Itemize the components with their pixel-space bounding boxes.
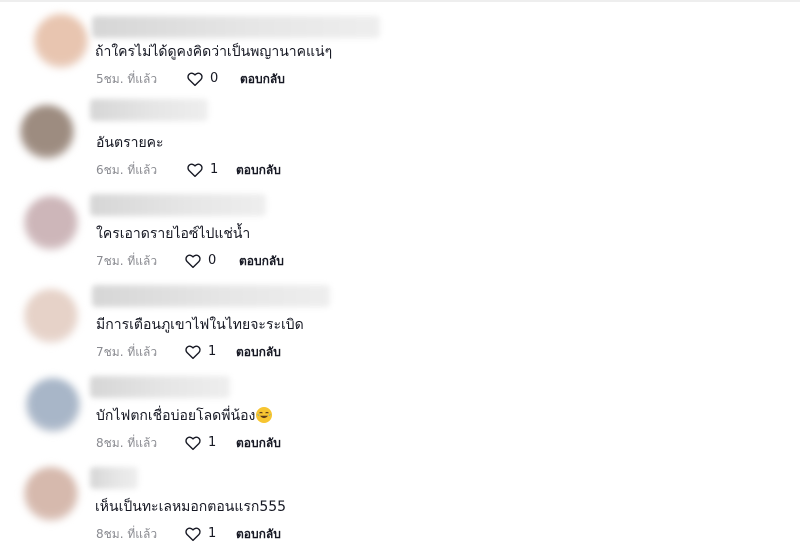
heart-icon[interactable] — [186, 161, 204, 179]
comment-item: ใครเอาดรายไอซ์ไปแช่น้ำ 7ชม. ที่แล้ว 0 ตอ… — [0, 182, 800, 270]
comment-text: บักไฟตกเชื่อบ่อยโลดพี่น้อง — [96, 406, 273, 426]
reply-button[interactable]: ตอบกลับ — [236, 433, 281, 453]
comment-timestamp: 7ชม. ที่แล้ว — [96, 345, 158, 359]
like-button[interactable]: 1 — [184, 433, 216, 453]
comment-item: เห็นเป็นทะเลหมอกตอนแรก555 8ชม. ที่แล้ว 1… — [0, 455, 800, 543]
comment-meta: 7ชม. ที่แล้ว 1 ตอบกลับ — [96, 342, 396, 362]
avatar[interactable] — [26, 378, 80, 432]
avatar[interactable] — [24, 467, 78, 521]
heart-icon[interactable] — [184, 525, 202, 543]
reply-button[interactable]: ตอบกลับ — [236, 524, 281, 544]
comment-meta: 8ชม. ที่แล้ว 1 ตอบกลับ — [96, 433, 396, 453]
username-blurred[interactable] — [90, 467, 138, 489]
comment-text: มีการเตือนภูเขาไฟในไทยจะระเบิด — [96, 317, 304, 333]
username-blurred[interactable] — [92, 285, 330, 307]
username-blurred[interactable] — [90, 194, 266, 216]
avatar[interactable] — [20, 105, 74, 159]
comment-item: มีการเตือนภูเขาไฟในไทยจะระเบิด 7ชม. ที่แ… — [0, 273, 800, 361]
comment-meta: 8ชม. ที่แล้ว 1 ตอบกลับ — [96, 524, 396, 544]
comment-meta: 5ชม. ที่แล้ว 0 ตอบกลับ — [96, 69, 396, 89]
comment-timestamp: 5ชม. ที่แล้ว — [96, 72, 158, 86]
like-count: 1 — [210, 162, 219, 177]
like-count: 0 — [210, 71, 219, 86]
comment-text: อันตรายคะ — [96, 135, 164, 151]
comment-meta: 6ชม. ที่แล้ว 1 ตอบกลับ — [96, 160, 396, 180]
like-button[interactable]: 1 — [184, 524, 216, 544]
avatar[interactable] — [24, 289, 78, 343]
comment-text: ถ้าใครไม่ได้ดูคงคิดว่าเป็นพญานาคแน่ๆ — [95, 44, 333, 60]
like-button[interactable]: 0 — [184, 251, 216, 271]
comment-meta: 7ชม. ที่แล้ว 0 ตอบกลับ — [96, 251, 396, 271]
username-blurred[interactable] — [92, 16, 380, 38]
comment-item: ถ้าใครไม่ได้ดูคงคิดว่าเป็นพญานาคแน่ๆ 5ชม… — [0, 0, 800, 88]
reply-button[interactable]: ตอบกลับ — [236, 160, 281, 180]
tears-of-joy-emoji — [256, 407, 273, 423]
like-button[interactable]: 0 — [186, 69, 218, 89]
heart-icon[interactable] — [184, 434, 202, 452]
comment-timestamp: 8ชม. ที่แล้ว — [96, 436, 158, 450]
comment-timestamp: 8ชม. ที่แล้ว — [96, 527, 158, 541]
like-button[interactable]: 1 — [184, 342, 216, 362]
comment-text: เห็นเป็นทะเลหมอกตอนแรก555 — [95, 499, 287, 515]
like-count: 1 — [208, 435, 217, 450]
like-count: 1 — [208, 526, 217, 541]
comment-item: อันตรายคะ 6ชม. ที่แล้ว 1 ตอบกลับ — [0, 91, 800, 179]
comment-timestamp: 7ชม. ที่แล้ว — [96, 254, 158, 268]
like-count: 1 — [208, 344, 217, 359]
heart-icon[interactable] — [184, 343, 202, 361]
heart-icon[interactable] — [184, 252, 202, 270]
comment-text-body: บักไฟตกเชื่อบ่อยโลดพี่น้อง — [96, 408, 256, 424]
avatar[interactable] — [34, 14, 88, 68]
reply-button[interactable]: ตอบกลับ — [240, 69, 285, 89]
like-button[interactable]: 1 — [186, 160, 218, 180]
comment-item: บักไฟตกเชื่อบ่อยโลดพี่น้อง 8ชม. ที่แล้ว … — [0, 364, 800, 452]
heart-icon[interactable] — [186, 70, 204, 88]
comment-text: ใครเอาดรายไอซ์ไปแช่น้ำ — [96, 226, 251, 242]
username-blurred[interactable] — [90, 99, 208, 121]
comment-timestamp: 6ชม. ที่แล้ว — [96, 163, 158, 177]
avatar[interactable] — [24, 196, 78, 250]
reply-button[interactable]: ตอบกลับ — [236, 342, 281, 362]
reply-button[interactable]: ตอบกลับ — [239, 251, 284, 271]
username-blurred[interactable] — [90, 376, 230, 398]
like-count: 0 — [208, 253, 217, 268]
